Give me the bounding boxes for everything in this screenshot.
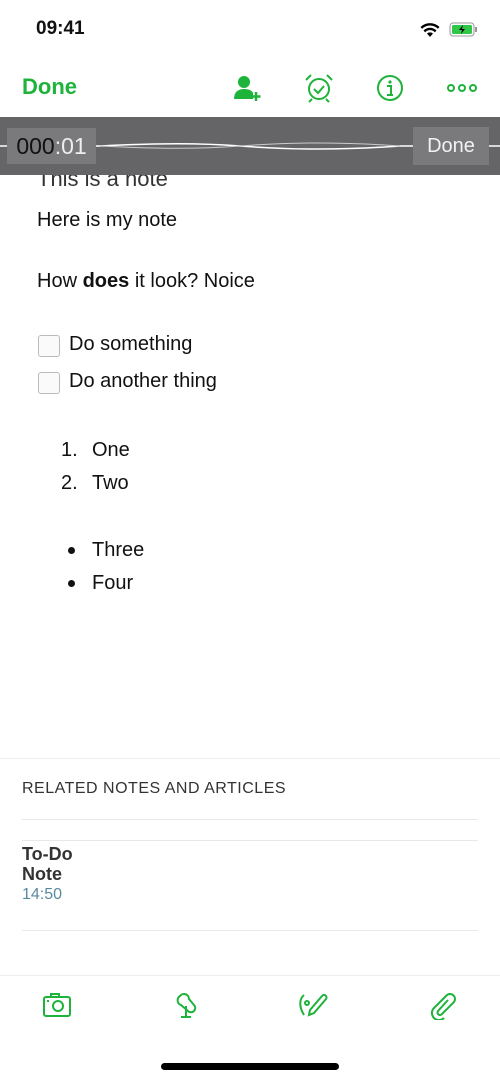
note-line[interactable]: Here is my note bbox=[37, 209, 177, 232]
bullet-icon bbox=[68, 580, 75, 587]
divider bbox=[0, 975, 500, 976]
checklist-item: Do something bbox=[69, 333, 193, 355]
recording-done-button[interactable]: Done bbox=[413, 127, 489, 165]
done-button[interactable]: Done bbox=[22, 74, 77, 100]
camera-icon[interactable] bbox=[42, 990, 72, 1020]
sketch-icon[interactable] bbox=[298, 990, 328, 1020]
related-header: RELATED NOTES AND ARTICLES bbox=[22, 780, 287, 797]
wifi-icon bbox=[420, 23, 440, 37]
checkbox[interactable] bbox=[38, 372, 60, 394]
recording-timer: 000:01 bbox=[7, 128, 96, 164]
divider bbox=[0, 758, 500, 759]
bullet-item: Four bbox=[92, 572, 134, 594]
checklist-item: Do another thing bbox=[69, 370, 217, 392]
battery-icon bbox=[449, 22, 477, 37]
alarm-icon[interactable] bbox=[303, 72, 335, 104]
related-note-time: 14:50 bbox=[22, 886, 63, 903]
list-number: 1. bbox=[61, 439, 78, 461]
divider bbox=[22, 930, 478, 931]
list-number: 2. bbox=[61, 472, 78, 494]
note-line[interactable]: How does it look? Noice bbox=[37, 270, 255, 293]
related-note-item[interactable]: To-Do Note 14:50 bbox=[0, 841, 500, 929]
divider bbox=[22, 819, 478, 820]
info-icon[interactable] bbox=[374, 72, 406, 104]
ordered-item: One bbox=[92, 439, 130, 461]
checkbox[interactable] bbox=[38, 335, 60, 357]
ordered-item: Two bbox=[92, 472, 129, 494]
status-time: 09:41 bbox=[36, 18, 85, 39]
bullet-item: Three bbox=[92, 539, 145, 561]
home-indicator[interactable] bbox=[161, 1063, 339, 1070]
more-icon[interactable] bbox=[446, 72, 478, 104]
microphone-icon[interactable] bbox=[172, 990, 202, 1020]
paperclip-icon[interactable] bbox=[428, 990, 458, 1020]
related-note-title: Note bbox=[22, 864, 62, 884]
related-note-title: To-Do bbox=[22, 844, 73, 864]
add-user-icon[interactable] bbox=[231, 72, 263, 104]
bullet-icon bbox=[68, 547, 75, 554]
